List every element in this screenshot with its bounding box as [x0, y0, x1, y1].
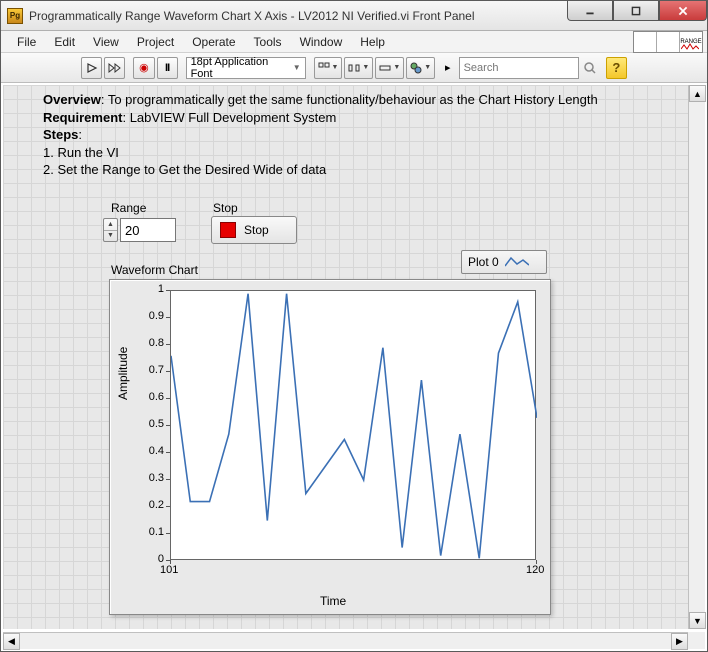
- search-input[interactable]: [464, 62, 554, 74]
- stop-button[interactable]: Stop: [211, 216, 297, 244]
- range-label: Range: [111, 201, 146, 215]
- y-axis-label: Amplitude: [116, 347, 130, 400]
- y-tick-label: 0.3: [134, 472, 164, 484]
- scroll-left-icon[interactable]: ◀: [3, 633, 20, 650]
- abort-button[interactable]: ◉: [133, 57, 154, 79]
- y-tick-label: 0.6: [134, 391, 164, 403]
- menu-help[interactable]: Help: [352, 33, 393, 51]
- mini-navigation-panel[interactable]: RANGE: [633, 31, 703, 53]
- range-input[interactable]: [120, 218, 176, 242]
- menu-window[interactable]: Window: [292, 33, 351, 51]
- y-tick-label: 0.4: [134, 445, 164, 457]
- stop-caption: Stop: [213, 201, 238, 215]
- run-button[interactable]: [81, 57, 102, 79]
- waveform-chart[interactable]: Amplitude Time 00.10.20.30.40.50.60.70.8…: [109, 279, 551, 615]
- menu-tools[interactable]: Tools: [246, 33, 290, 51]
- menu-edit[interactable]: Edit: [46, 33, 83, 51]
- help-button[interactable]: ?: [606, 57, 627, 79]
- menu-operate[interactable]: Operate: [184, 33, 243, 51]
- pause-button[interactable]: II: [157, 57, 178, 79]
- x-axis-label: Time: [320, 594, 346, 608]
- y-tick-label: 0.5: [134, 418, 164, 430]
- search-icon[interactable]: [581, 57, 600, 79]
- menu-view[interactable]: View: [85, 33, 127, 51]
- resize-corner[interactable]: [688, 632, 705, 649]
- y-tick-label: 0.9: [134, 310, 164, 322]
- align-button[interactable]: ▼: [314, 57, 343, 79]
- run-continuous-button[interactable]: [104, 57, 125, 79]
- plot-line: [171, 291, 537, 561]
- legend-line-icon: [505, 256, 529, 268]
- reorder-button[interactable]: ▼: [406, 57, 435, 79]
- range-spinner[interactable]: ▲▼: [103, 218, 118, 242]
- y-tick-label: 0.7: [134, 364, 164, 376]
- spinner-up-icon[interactable]: ▲: [104, 219, 117, 231]
- overview-text-block: Overview: To programmatically get the sa…: [43, 91, 675, 179]
- plot-area: [170, 290, 536, 560]
- menu-file[interactable]: File: [9, 33, 44, 51]
- y-tick-label: 0.1: [134, 526, 164, 538]
- window-title: Programmatically Range Waveform Chart X …: [29, 9, 475, 23]
- y-tick-label: 0.8: [134, 337, 164, 349]
- app-icon: Pg: [7, 8, 23, 24]
- close-button[interactable]: [659, 1, 707, 21]
- search-box[interactable]: [459, 57, 579, 79]
- toolbar: ◉ II 18pt Application Font▼ ▼ ▼ ▼ ▼ ▸ ?: [1, 53, 707, 83]
- spinner-down-icon[interactable]: ▼: [104, 231, 117, 242]
- menubar: File Edit View Project Operate Tools Win…: [1, 31, 707, 53]
- y-tick-label: 1: [134, 283, 164, 295]
- scroll-down-icon[interactable]: ▼: [689, 612, 706, 629]
- plot-legend[interactable]: Plot 0: [461, 250, 547, 274]
- legend-label: Plot 0: [468, 255, 499, 269]
- maximize-button[interactable]: [613, 1, 659, 21]
- search-divider-icon: ▸: [443, 57, 453, 79]
- x-tick-label: 120: [526, 564, 544, 576]
- scroll-right-icon[interactable]: ▶: [671, 633, 688, 650]
- scroll-up-icon[interactable]: ▲: [689, 85, 706, 102]
- font-selector[interactable]: 18pt Application Font▼: [186, 57, 306, 79]
- resize-button[interactable]: ▼: [375, 57, 404, 79]
- titlebar[interactable]: Pg Programmatically Range Waveform Chart…: [1, 1, 707, 31]
- vertical-scrollbar[interactable]: ▲ ▼: [688, 85, 705, 629]
- stop-button-label: Stop: [244, 223, 269, 237]
- menu-project[interactable]: Project: [129, 33, 182, 51]
- distribute-button[interactable]: ▼: [344, 57, 373, 79]
- x-tick-label: 101: [160, 564, 178, 576]
- y-tick-label: 0.2: [134, 499, 164, 511]
- stop-square-icon: [220, 222, 236, 238]
- minimize-button[interactable]: [567, 1, 613, 21]
- chart-caption: Waveform Chart: [111, 263, 198, 277]
- horizontal-scrollbar[interactable]: ◀ ▶: [3, 632, 688, 649]
